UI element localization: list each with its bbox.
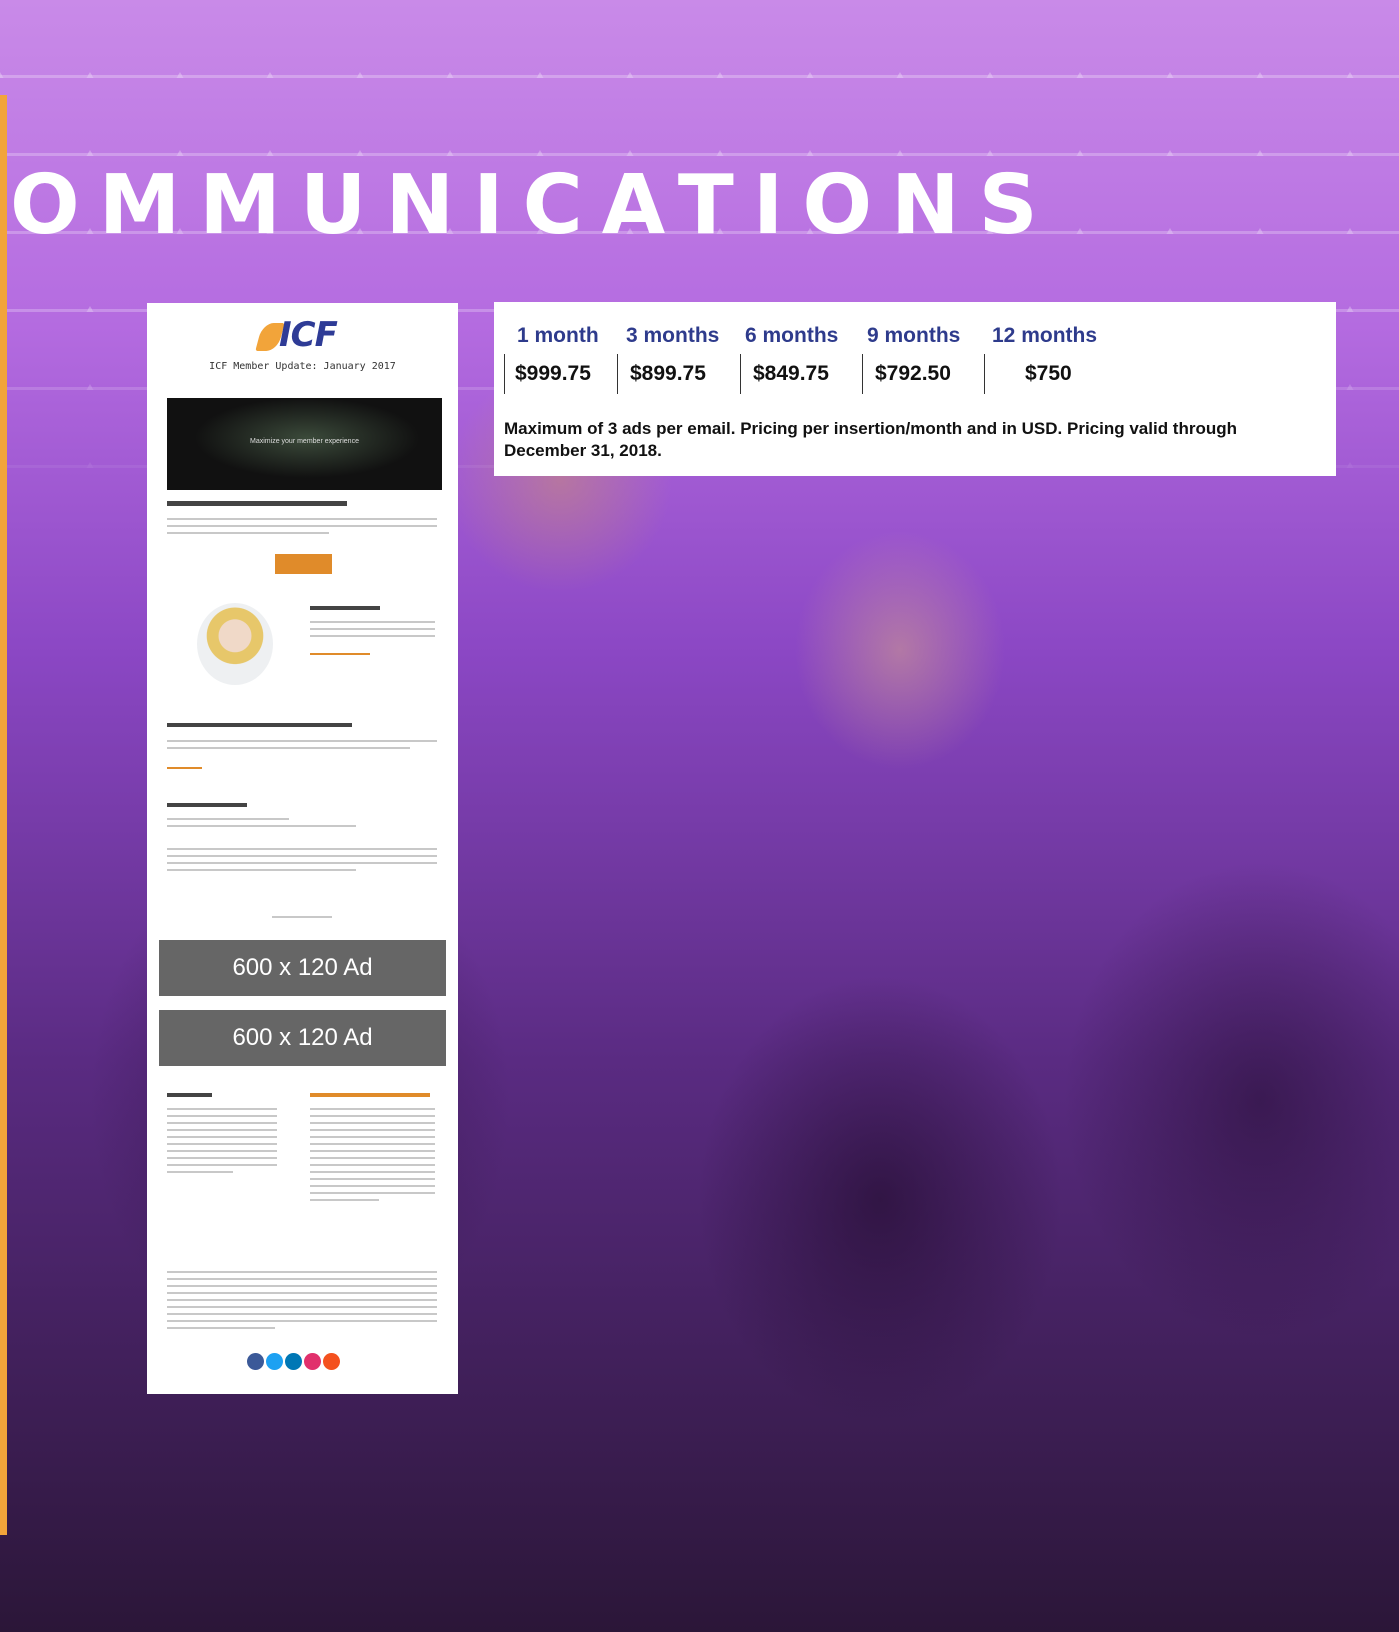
- pricing-table: 1 month 3 months 6 months 9 months 12 mo…: [494, 302, 1336, 476]
- board-member-avatar: [197, 603, 273, 685]
- quick-links-heading: [167, 1093, 212, 1097]
- email-mockup: ICF ICF Member Update: January 2017 Maxi…: [147, 303, 458, 1394]
- price-12-months: $750: [984, 354, 1114, 394]
- credential-paragraph: [167, 818, 437, 832]
- price-9-months: $792.50: [862, 354, 984, 394]
- credential-update-heading: [167, 803, 247, 807]
- footer-paragraph: [167, 1271, 437, 1334]
- instagram-icon: [304, 1353, 321, 1370]
- duration-3-months: 3 months: [626, 324, 720, 347]
- social-icons: [247, 1353, 342, 1375]
- board-officers-paragraph: [167, 740, 437, 754]
- email-section-heading: [167, 501, 347, 506]
- logo-text: ICF: [279, 315, 338, 355]
- duration-12-months: 12 months: [992, 324, 1098, 347]
- credential-body: [167, 848, 437, 876]
- business-partners-paragraph: [310, 1108, 435, 1206]
- email-hero-banner: Maximize your member experience: [167, 398, 442, 490]
- board-paragraph: [310, 621, 435, 642]
- business-partners-heading: [310, 1093, 430, 1097]
- hero-caption: Maximize your member experience: [250, 438, 359, 445]
- board-officers-heading: [167, 723, 352, 727]
- duration-1-month: 1 month: [517, 324, 599, 347]
- duration-6-months: 6 months: [745, 324, 839, 347]
- facebook-icon: [247, 1353, 264, 1370]
- price-6-months: $849.75: [740, 354, 862, 394]
- section-title: OMMUNICATIONS: [10, 158, 1057, 253]
- duration-9-months: 9 months: [867, 324, 961, 347]
- price-1-month: $999.75: [504, 354, 622, 394]
- ad-slot-2: 600 x 120 Ad: [159, 1010, 446, 1066]
- price-3-months: $899.75: [617, 354, 740, 394]
- divider: [272, 916, 332, 923]
- accent-bar: [0, 95, 7, 1535]
- email-paragraph: [167, 518, 437, 539]
- icf-logo: ICF: [255, 315, 349, 355]
- linkedin-icon: [285, 1353, 302, 1370]
- read-board-link: [310, 653, 370, 655]
- ad-slot-1: 600 x 120 Ad: [159, 940, 446, 996]
- google-plus-icon: [323, 1353, 340, 1370]
- from-board-heading: [310, 606, 380, 610]
- pricing-note: Maximum of 3 ads per email. Pricing per …: [504, 419, 1238, 460]
- twitter-icon: [266, 1353, 283, 1370]
- email-title: ICF Member Update: January 2017: [209, 361, 396, 372]
- quick-links-list: [167, 1108, 277, 1178]
- learn-more-button: [275, 554, 332, 574]
- learn-more-link: [167, 767, 202, 769]
